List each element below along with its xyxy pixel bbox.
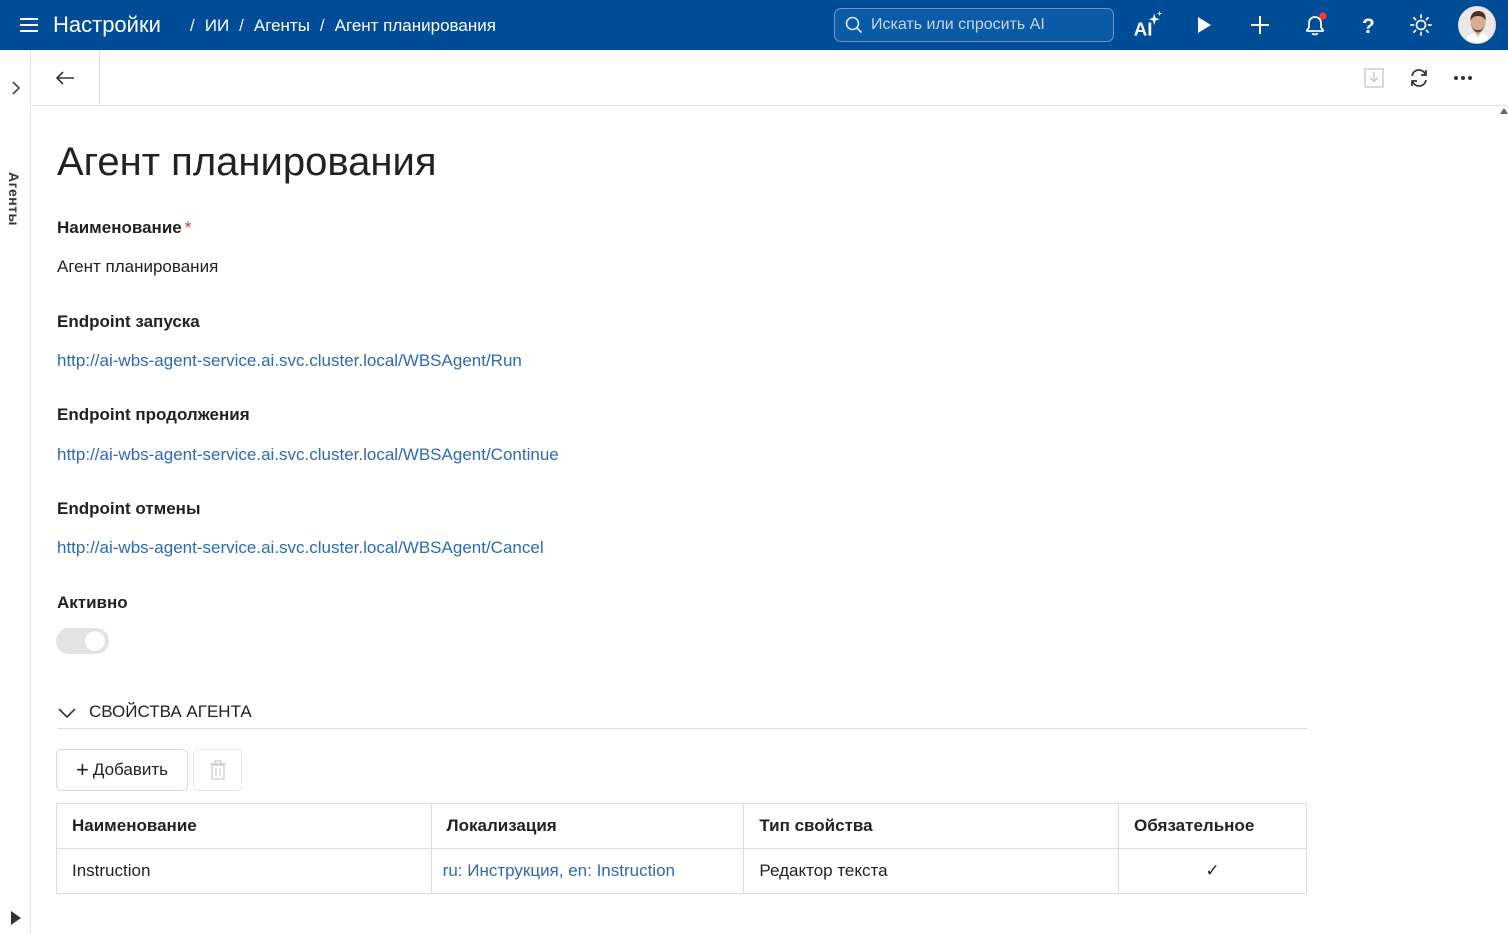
cell-name[interactable]: Instruction [56,848,432,894]
toggle-knob [85,631,105,651]
run-endpoint-link[interactable]: http://ai-wbs-agent-service.ai.svc.clust… [57,351,522,371]
continue-endpoint-label: Endpoint продолжения [57,405,250,424]
back-arrow-icon [55,71,74,85]
column-header-name[interactable]: Наименование [56,803,432,849]
check-icon: ✓ [1205,861,1220,880]
help-icon[interactable]: ? [1352,9,1384,41]
trash-icon [209,760,226,780]
bell-icon[interactable] [1299,9,1331,41]
column-header-type[interactable]: Тип свойства [743,803,1120,849]
avatar[interactable] [1458,6,1496,44]
sidebar-label-agents[interactable]: Агенты [6,172,22,226]
expand-play-icon[interactable] [11,911,21,925]
search-box[interactable] [834,8,1114,42]
breadcrumb-separator: / [319,16,325,35]
add-button-label: Добавить [92,760,168,779]
active-label: Активно [57,593,128,612]
back-button[interactable] [31,50,100,106]
top-bar: Настройки / ИИ / Агенты / Агент планиров… [0,0,1508,50]
breadcrumb: / ИИ / Агенты / Агент планирования [190,16,496,36]
scrollbar-up-arrow[interactable] [1500,108,1508,114]
add-property-button[interactable]: + Добавить [56,749,188,791]
breadcrumb-separator: / [190,16,195,35]
more-icon[interactable] [1449,64,1477,92]
ai-sparkle-icon[interactable]: AI [1132,9,1164,41]
section-title: СВОЙСТВА АГЕНТА [89,702,252,721]
active-toggle[interactable] [56,628,109,654]
search-icon [845,16,863,34]
name-label: Наименование * [57,218,191,238]
breadcrumb-separator: / [239,16,244,35]
cancel-endpoint-label: Endpoint отмены [57,499,201,518]
plus-icon: + [76,757,89,782]
agent-properties-section-header[interactable]: СВОЙСТВА АГЕНТА [57,702,1307,729]
cancel-endpoint-link[interactable]: http://ai-wbs-agent-service.ai.svc.clust… [57,538,544,558]
refresh-icon[interactable] [1405,64,1433,92]
theme-sun-icon[interactable] [1405,9,1437,41]
notification-dot [1319,12,1327,20]
svg-text:?: ? [1362,15,1375,36]
download-icon[interactable] [1360,64,1388,92]
search-input[interactable] [871,16,1101,34]
left-collapsed-sidebar: Агенты [0,50,31,934]
cell-type[interactable]: Редактор текста [743,848,1120,894]
cell-required[interactable]: ✓ [1118,848,1307,894]
play-icon[interactable] [1188,9,1220,41]
column-header-localization[interactable]: Локализация [430,803,745,849]
chevron-right-icon[interactable] [8,78,24,98]
run-endpoint-label: Endpoint запуска [57,312,200,331]
page-title: Агент планирования [57,140,437,184]
app-title[interactable]: Настройки [53,12,161,38]
column-header-required[interactable]: Обязательное [1118,803,1307,849]
agent-properties-table: Наименование Локализация Тип свойства Об… [56,803,1307,894]
name-label-text: Наименование [57,218,182,237]
chevron-down-icon [58,708,76,719]
cell-localization-link[interactable]: ru: Инструкция, en: Instruction [430,848,745,894]
plus-icon[interactable] [1244,9,1276,41]
table-header-row: Наименование Локализация Тип свойства Об… [56,803,1307,849]
breadcrumb-item-current: Агент планирования [334,16,496,35]
continue-endpoint-link[interactable]: http://ai-wbs-agent-service.ai.svc.clust… [57,445,559,465]
required-asterisk: * [184,218,192,237]
form-toolbar [31,50,1508,106]
name-value[interactable]: Агент планирования [57,257,218,277]
delete-property-button[interactable] [193,749,242,791]
breadcrumb-item-ai[interactable]: ИИ [205,16,229,36]
table-row[interactable]: Instruction ru: Инструкция, en: Instruct… [56,848,1307,894]
menu-icon[interactable] [20,16,38,34]
breadcrumb-item-agents[interactable]: Агенты [254,16,310,36]
svg-text:AI: AI [1134,19,1153,40]
